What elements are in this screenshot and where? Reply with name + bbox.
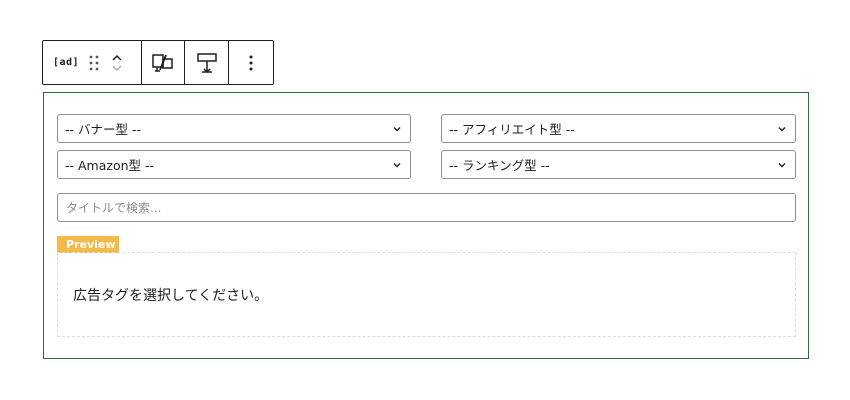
chevron-down-icon	[393, 163, 401, 168]
toolbar-spacing-group	[185, 41, 230, 84]
chevron-down-icon	[393, 127, 401, 132]
preview-message: 広告タグを選択してください。	[73, 287, 269, 304]
move-up-icon[interactable]	[111, 53, 123, 63]
title-search-input[interactable]	[57, 193, 796, 222]
amazon-select-value: -- Amazon型 --	[65, 158, 155, 173]
more-options-icon[interactable]	[249, 55, 253, 71]
affiliate-select-value: -- アフィリエイト型 --	[449, 122, 575, 137]
chevron-down-icon	[778, 163, 786, 168]
spacing-icon[interactable]	[196, 52, 218, 74]
toolbar-options-group	[229, 41, 273, 84]
toolbar-device-group	[142, 41, 186, 84]
preview-badge: Preview	[57, 236, 119, 253]
device-toggle-icon[interactable]	[152, 53, 174, 73]
block-mover	[111, 53, 123, 73]
banner-select-value: -- バナー型 --	[65, 122, 141, 137]
ranking-select[interactable]: -- ランキング型 --	[441, 150, 796, 179]
banner-select[interactable]: -- バナー型 --	[57, 114, 411, 143]
affiliate-select[interactable]: -- アフィリエイト型 --	[441, 114, 796, 143]
drag-handle-icon[interactable]	[89, 55, 99, 71]
block-type-label: [ad]	[53, 57, 80, 68]
chevron-down-icon	[778, 127, 786, 132]
block-toolbar: [ad]	[42, 40, 274, 85]
ranking-select-value: -- ランキング型 --	[449, 158, 550, 173]
toolbar-block-group: [ad]	[43, 41, 142, 84]
move-down-icon[interactable]	[111, 63, 123, 73]
block-type-icon[interactable]: [ad]	[53, 57, 79, 68]
amazon-select[interactable]: -- Amazon型 --	[57, 150, 411, 179]
preview-area: 広告タグを選択してください。	[57, 252, 796, 337]
ad-block: -- バナー型 -- -- アフィリエイト型 -- -- Amazon型 -- …	[43, 92, 809, 359]
